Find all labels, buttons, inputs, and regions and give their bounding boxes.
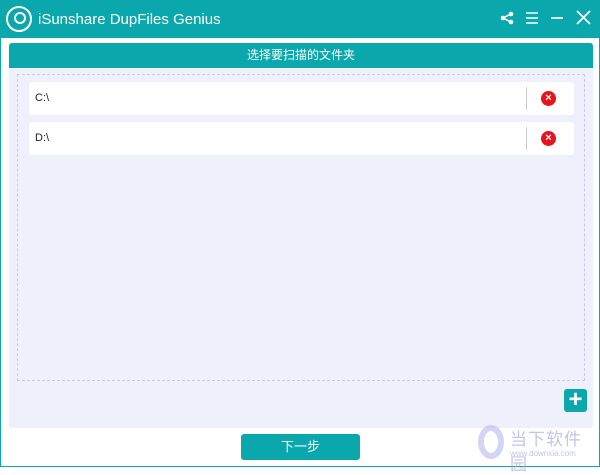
app-title: iSunshare DupFiles Genius (38, 11, 221, 28)
close-icon[interactable] (573, 8, 593, 28)
folder-drop-area[interactable] (17, 74, 585, 381)
folder-path: D:\ (35, 132, 50, 144)
share-icon[interactable] (497, 8, 517, 28)
menu-icon[interactable] (522, 8, 542, 28)
minimize-icon[interactable] (547, 8, 567, 28)
remove-folder-icon[interactable]: × (541, 91, 556, 106)
app-window: iSunshare DupFiles Genius 选择要扫描的文件夹 C:\ … (0, 0, 600, 474)
divider (526, 127, 527, 150)
remove-folder-icon[interactable]: × (541, 131, 556, 146)
add-folder-button[interactable]: + (564, 388, 587, 412)
watermark-url: www.downxia.com (510, 449, 576, 458)
panel-header: 选择要扫描的文件夹 (9, 43, 593, 68)
next-step-button[interactable]: 下一步 (241, 434, 360, 460)
divider (526, 87, 527, 110)
watermark-logo-icon (478, 425, 504, 459)
folder-path: C:\ (35, 92, 50, 104)
app-logo-icon (6, 6, 32, 32)
folder-row: C:\ × (29, 82, 574, 115)
watermark: 当下软件园 www.downxia.com (478, 423, 598, 474)
folder-row: D:\ × (29, 122, 574, 155)
folder-panel: 选择要扫描的文件夹 C:\ × D:\ × + (9, 43, 593, 428)
title-bar: iSunshare DupFiles Genius (1, 1, 600, 38)
